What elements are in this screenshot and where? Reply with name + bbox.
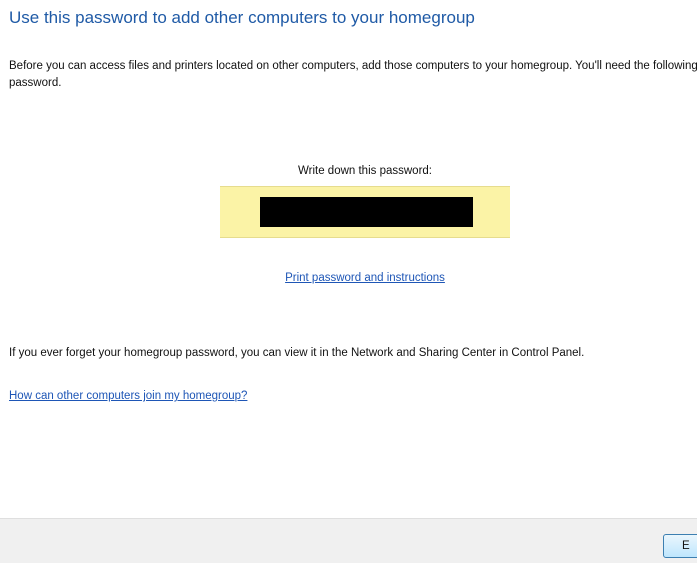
footer-button[interactable]: E [663, 534, 697, 558]
intro-text: Before you can access files and printers… [9, 60, 697, 89]
forget-password-note: If you ever forget your homegroup passwo… [9, 347, 585, 359]
homegroup-wizard-window: Use this password to add other computers… [0, 0, 697, 563]
footer-bar: E [0, 518, 697, 563]
password-box [220, 186, 510, 238]
page-title: Use this password to add other computers… [9, 8, 475, 27]
print-password-link[interactable]: Print password and instructions [220, 272, 510, 284]
password-label: Write down this password: [297, 165, 432, 177]
password-redaction [260, 197, 473, 227]
join-homegroup-help-link[interactable]: How can other computers join my homegrou… [9, 390, 247, 402]
